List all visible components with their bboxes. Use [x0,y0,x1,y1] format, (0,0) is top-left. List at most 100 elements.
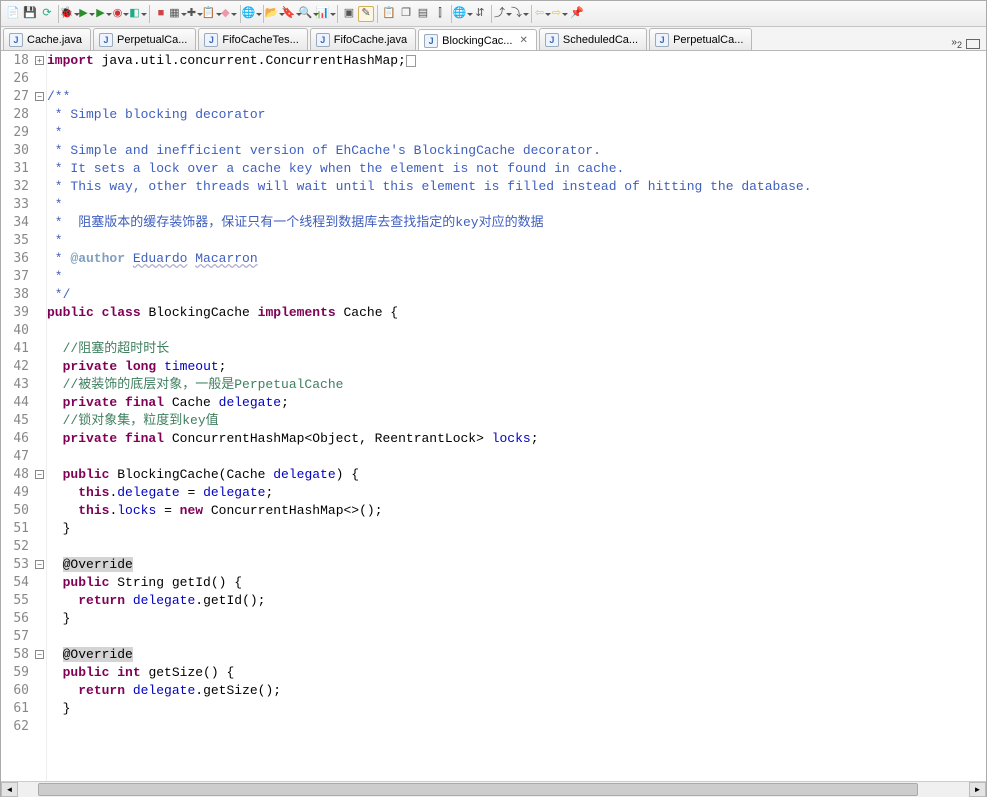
edit-icon[interactable]: ✎ [358,6,374,22]
scroll-thumb[interactable] [38,783,918,796]
code-line[interactable] [47,718,986,736]
paste-icon[interactable]: 📋 [381,6,397,22]
code-line[interactable]: private final Cache delegate; [47,394,986,412]
tab-cache[interactable]: JCache.java [3,28,91,50]
run-last-icon[interactable]: ▶ [96,6,112,22]
open-file-icon[interactable]: 📂 [267,6,283,22]
profile-icon[interactable]: 📊 [318,6,334,22]
code-line[interactable]: private long timeout; [47,358,986,376]
globe-icon[interactable]: 🌐 [244,6,260,22]
code-line[interactable]: this.locks = new ConcurrentHashMap<>(); [47,502,986,520]
code-line[interactable]: */ [47,286,986,304]
forward-icon[interactable]: ⤴ [495,6,511,22]
code-line[interactable]: * [47,124,986,142]
line-number: 26 [1,70,35,88]
tab-fifo[interactable]: JFifoCache.java [310,28,416,50]
code-line[interactable]: //阻塞的超时时长 [47,340,986,358]
fold-toggle-icon[interactable]: − [35,650,44,659]
tab-blocking[interactable]: JBlockingCac...✕ [418,29,537,51]
code-area[interactable]: import java.util.concurrent.ConcurrentHa… [47,51,986,781]
coverage-icon[interactable]: ◉ [113,6,129,22]
task-icon[interactable]: 📋 [204,6,220,22]
code-line[interactable]: return delegate.getSize(); [47,682,986,700]
code-line[interactable] [47,70,986,88]
code-line[interactable]: * It sets a lock over a cache key when t… [47,160,986,178]
maximize-icon[interactable] [966,39,980,49]
pin-icon[interactable]: 📌 [569,6,585,22]
debug-icon[interactable]: 🐞 [62,6,78,22]
code-line[interactable]: public class BlockingCache implements Ca… [47,304,986,322]
code-line[interactable]: private final ConcurrentHashMap<Object, … [47,430,986,448]
copy-icon[interactable]: ❐ [398,6,414,22]
outline-icon[interactable]: ⫿ [432,6,448,22]
code-line[interactable]: * [47,232,986,250]
code-line[interactable]: import java.util.concurrent.ConcurrentHa… [47,52,986,70]
scroll-track[interactable] [18,782,969,797]
code-line[interactable] [47,448,986,466]
java-file-icon: J [99,33,113,47]
code-line[interactable]: //被装饰的底层对象，一般是PerpetualCache [47,376,986,394]
save-icon[interactable]: 💾 [22,6,38,22]
window-icon[interactable]: ▤ [415,6,431,22]
sync-icon[interactable]: ⇵ [472,6,488,22]
code-line[interactable]: //锁对象集，粒度到key值 [47,412,986,430]
browser-icon[interactable]: 🌐 [455,6,471,22]
open-type-icon[interactable]: ◆ [221,6,237,22]
line-number: 42 [1,358,35,376]
new-icon[interactable]: 📄 [5,6,21,22]
fold-toggle-icon[interactable]: − [35,92,44,101]
code-line[interactable] [47,538,986,556]
code-line[interactable]: * 阻塞版本的缓存装饰器，保证只有一个线程到数据库去查找指定的key对应的数据 [47,214,986,232]
refresh-icon[interactable]: ⟳ [39,6,55,22]
code-line[interactable]: /** [47,88,986,106]
code-line[interactable]: public String getId() { [47,574,986,592]
search-icon[interactable]: 🔍 [301,6,317,22]
code-line[interactable]: this.delegate = delegate; [47,484,986,502]
new-package-icon[interactable]: ✚ [187,6,203,22]
code-line[interactable]: } [47,700,986,718]
run-icon[interactable]: ▶ [79,6,95,22]
horizontal-scrollbar[interactable]: ◄ ► [1,781,986,796]
stop-icon[interactable]: ■ [153,6,169,22]
task-toggle-icon[interactable]: ▣ [341,6,357,22]
code-line[interactable]: * This way, other threads will wait unti… [47,178,986,196]
line-number: 36 [1,250,35,268]
scroll-right-button[interactable]: ► [969,782,986,797]
tab-perpetual2[interactable]: JPerpetualCa... [649,28,752,50]
tab-fifotest[interactable]: JFifoCacheTes... [198,28,307,50]
nav-forward-icon[interactable]: ⇨ [552,6,568,22]
code-line[interactable]: } [47,610,986,628]
fold-toggle-icon[interactable]: + [35,56,44,65]
code-line[interactable]: public BlockingCache(Cache delegate) { [47,466,986,484]
line-number: 55 [1,592,35,610]
fold-toggle-icon[interactable]: − [35,560,44,569]
back-icon[interactable]: ⤵ [512,6,528,22]
fold-toggle-icon[interactable]: − [35,470,44,479]
external-tools-icon[interactable]: ◧ [130,6,146,22]
build-icon[interactable]: ▦ [170,6,186,22]
java-file-icon: J [655,33,669,47]
line-number: 35 [1,232,35,250]
nav-back-icon[interactable]: ⇦ [535,6,551,22]
code-line[interactable]: * Simple and inefficient version of EhCa… [47,142,986,160]
code-line[interactable]: * @author Eduardo Macarron [47,250,986,268]
code-line[interactable]: * Simple blocking decorator [47,106,986,124]
code-line[interactable]: * [47,268,986,286]
code-line[interactable] [47,322,986,340]
code-line[interactable] [47,628,986,646]
tab-perpetual1[interactable]: JPerpetualCa... [93,28,196,50]
code-editor[interactable]: 18+2627−28293031323334353637383940414243… [1,51,986,781]
tab-overflow-chevron[interactable]: »2 [951,37,962,50]
code-line[interactable]: * [47,196,986,214]
code-line[interactable]: public int getSize() { [47,664,986,682]
tab-scheduled[interactable]: JScheduledCa... [539,28,647,50]
line-number: 51 [1,520,35,538]
scroll-left-button[interactable]: ◄ [1,782,18,797]
close-tab-icon[interactable]: ✕ [519,35,527,46]
tag-icon[interactable]: 🔖 [284,6,300,22]
code-line[interactable]: return delegate.getId(); [47,592,986,610]
code-line[interactable]: @Override [47,556,986,574]
code-line[interactable]: } [47,520,986,538]
code-line[interactable]: @Override [47,646,986,664]
line-number: 56 [1,610,35,628]
